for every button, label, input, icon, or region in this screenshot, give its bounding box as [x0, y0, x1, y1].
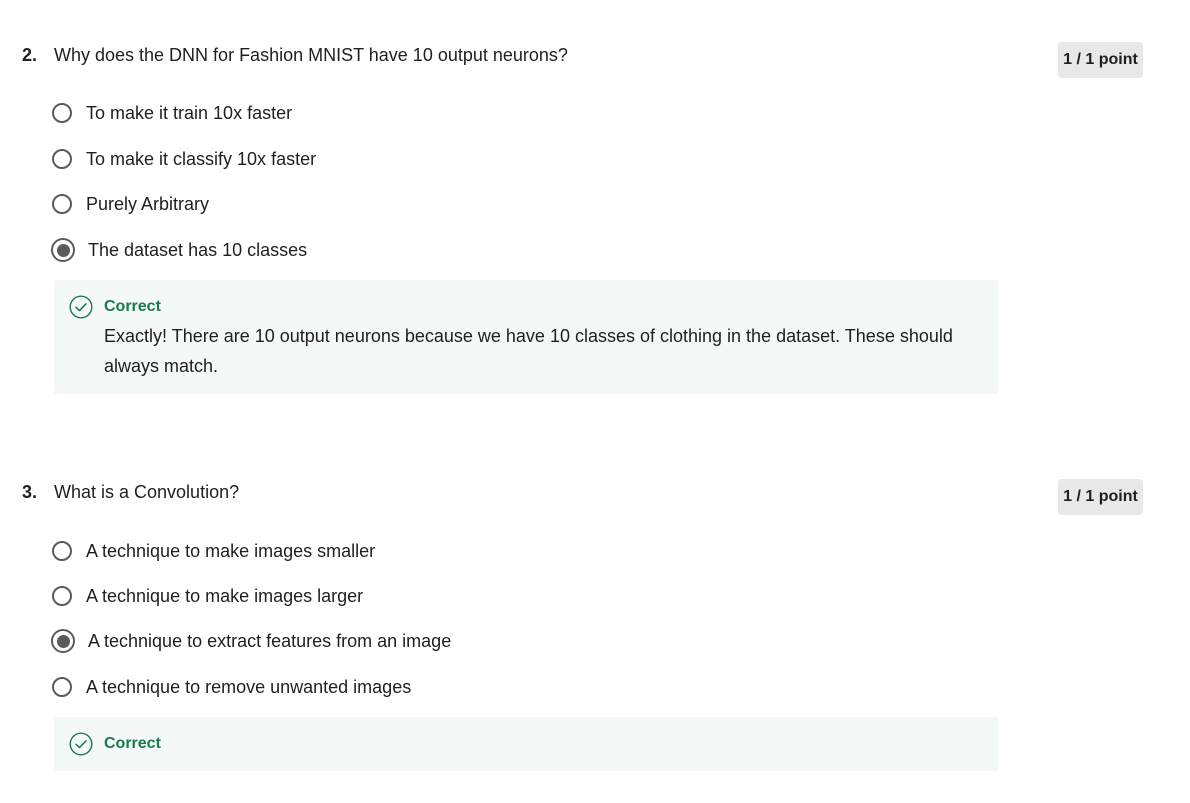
radio-unchecked-icon[interactable] [52, 541, 72, 561]
option-radio[interactable]: Purely Arbitrary [52, 190, 209, 218]
check-circle-icon [69, 732, 93, 756]
option-label: Purely Arbitrary [86, 193, 210, 214]
option-radio[interactable]: A technique to remove unwanted images [52, 673, 411, 701]
option-radio[interactable]: To make it train 10x faster [52, 99, 292, 127]
feedback-header: Correct [69, 295, 161, 319]
feedback-header: Correct [69, 732, 161, 756]
option-radio[interactable]: To make it classify 10x faster [52, 145, 316, 173]
question-number: 3. [22, 482, 38, 502]
option-radio[interactable]: A technique to make images larger [52, 582, 363, 610]
points-badge: 1 / 1 point [1058, 479, 1143, 515]
radio-unchecked-icon[interactable] [52, 149, 72, 169]
option-label: A technique to extract features from an … [88, 630, 452, 651]
feedback-status: Correct [104, 298, 161, 315]
check-circle-icon [69, 295, 93, 319]
option-label: A technique to make images smaller [86, 540, 376, 561]
option-label: A technique to make images larger [86, 585, 364, 606]
feedback-text: Exactly! There are 10 output neurons bec… [104, 326, 953, 376]
feedback-panel: Correct Exactly! There are 10 output neu… [54, 280, 998, 394]
question-number: 2. [22, 45, 38, 65]
radio-unchecked-icon[interactable] [52, 194, 72, 214]
radio-unchecked-icon[interactable] [52, 103, 72, 123]
question-text: What is a Convolution? [54, 482, 240, 502]
feedback-status: Correct [104, 735, 161, 752]
option-radio-selected[interactable]: The dataset has 10 classes [51, 236, 308, 264]
radio-checked-icon[interactable] [51, 238, 75, 262]
option-label: A technique to remove unwanted images [86, 676, 412, 697]
radio-checked-icon[interactable] [51, 629, 75, 653]
feedback-panel: Correct [54, 717, 998, 771]
option-radio[interactable]: A technique to make images smaller [52, 537, 375, 565]
option-label: The dataset has 10 classes [88, 239, 308, 260]
radio-unchecked-icon[interactable] [52, 586, 72, 606]
option-label: To make it classify 10x faster [86, 148, 317, 169]
option-label: To make it train 10x faster [86, 102, 293, 123]
option-radio-selected[interactable]: A technique to extract features from an … [51, 627, 452, 655]
question-text: Why does the DNN for Fashion MNIST have … [54, 45, 568, 65]
radio-unchecked-icon[interactable] [52, 677, 72, 697]
points-badge: 1 / 1 point [1058, 42, 1143, 78]
